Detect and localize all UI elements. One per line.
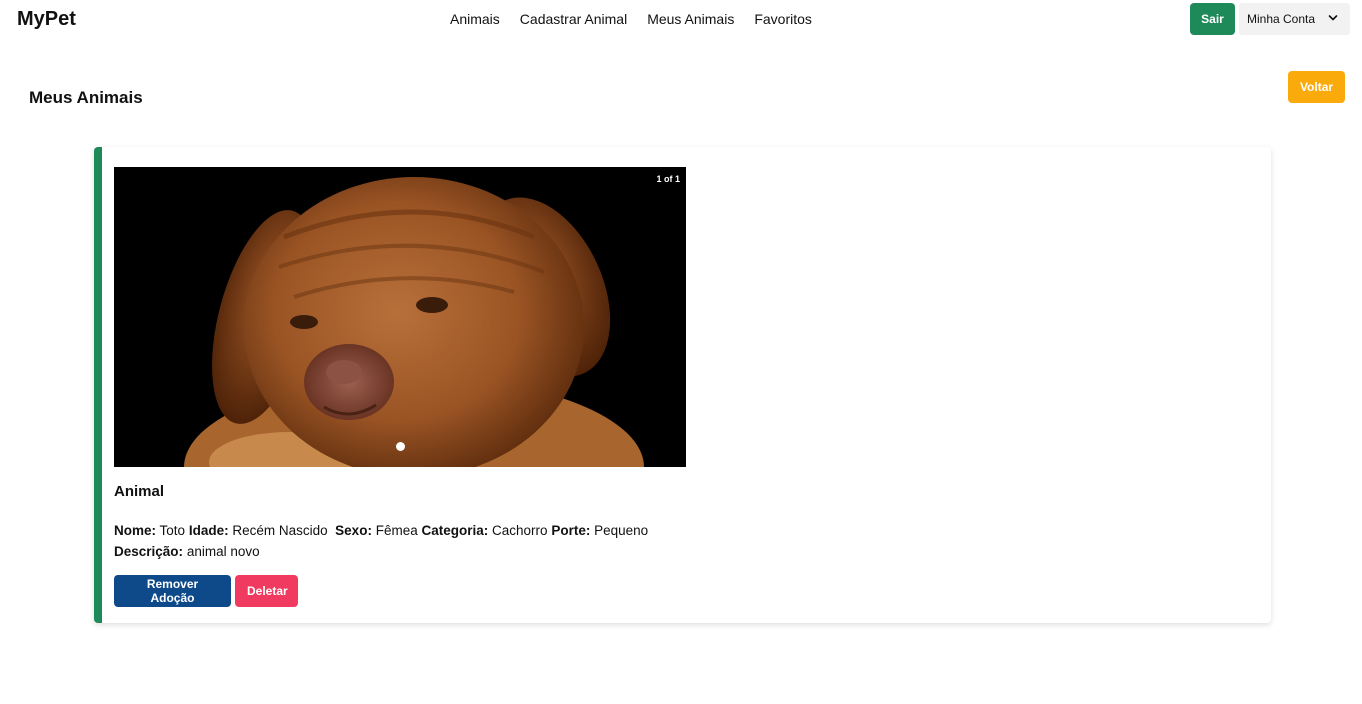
delete-button[interactable]: Deletar [235, 575, 298, 607]
nav-link-meus-animais[interactable]: Meus Animais [647, 11, 734, 27]
porte-label: Porte: [551, 523, 591, 538]
account-dropdown[interactable]: Minha Conta [1239, 3, 1350, 35]
sexo-label: Sexo: [335, 523, 372, 538]
idade-value: Recém Nascido [232, 523, 328, 538]
nome-value: Toto [159, 523, 186, 538]
animal-card: 1 of 1 Animal Nome: Toto Idade: Recém Na… [94, 147, 1271, 623]
dog-photo [114, 167, 686, 467]
top-navbar: MyPet Animais Cadastrar Animal Meus Anim… [0, 0, 1362, 40]
back-button[interactable]: Voltar [1288, 71, 1345, 103]
porte-value: Pequeno [594, 523, 649, 538]
categoria-value: Cachorro [492, 523, 548, 538]
page-title: Meus Animais [29, 88, 143, 107]
account-label: Minha Conta [1247, 12, 1316, 26]
idade-label: Idade: [188, 523, 229, 538]
nav-link-animais[interactable]: Animais [450, 11, 500, 27]
chevron-down-icon [1328, 15, 1338, 21]
carousel-counter: 1 of 1 [656, 174, 680, 184]
descricao-value: animal novo [186, 544, 260, 559]
sexo-value: Fêmea [375, 523, 418, 538]
logout-button[interactable]: Sair [1190, 3, 1235, 35]
categoria-label: Categoria: [421, 523, 489, 538]
animal-details: Nome: Toto Idade: Recém Nascido Sexo: Fê… [114, 520, 734, 562]
carousel-indicator-dot[interactable] [396, 442, 405, 451]
animal-heading: Animal [114, 483, 165, 500]
descricao-label: Descrição: [114, 544, 184, 559]
image-carousel[interactable]: 1 of 1 [114, 167, 686, 467]
nav-link-cadastrar-animal[interactable]: Cadastrar Animal [520, 11, 627, 27]
card-actions: Remover Adoção Deletar [114, 575, 298, 607]
brand-logo[interactable]: MyPet [17, 8, 76, 31]
remove-adoption-button[interactable]: Remover Adoção [114, 575, 231, 607]
nav-link-favoritos[interactable]: Favoritos [754, 11, 812, 27]
nome-label: Nome: [114, 523, 157, 538]
nav-links: Animais Cadastrar Animal Meus Animais Fa… [450, 11, 812, 27]
